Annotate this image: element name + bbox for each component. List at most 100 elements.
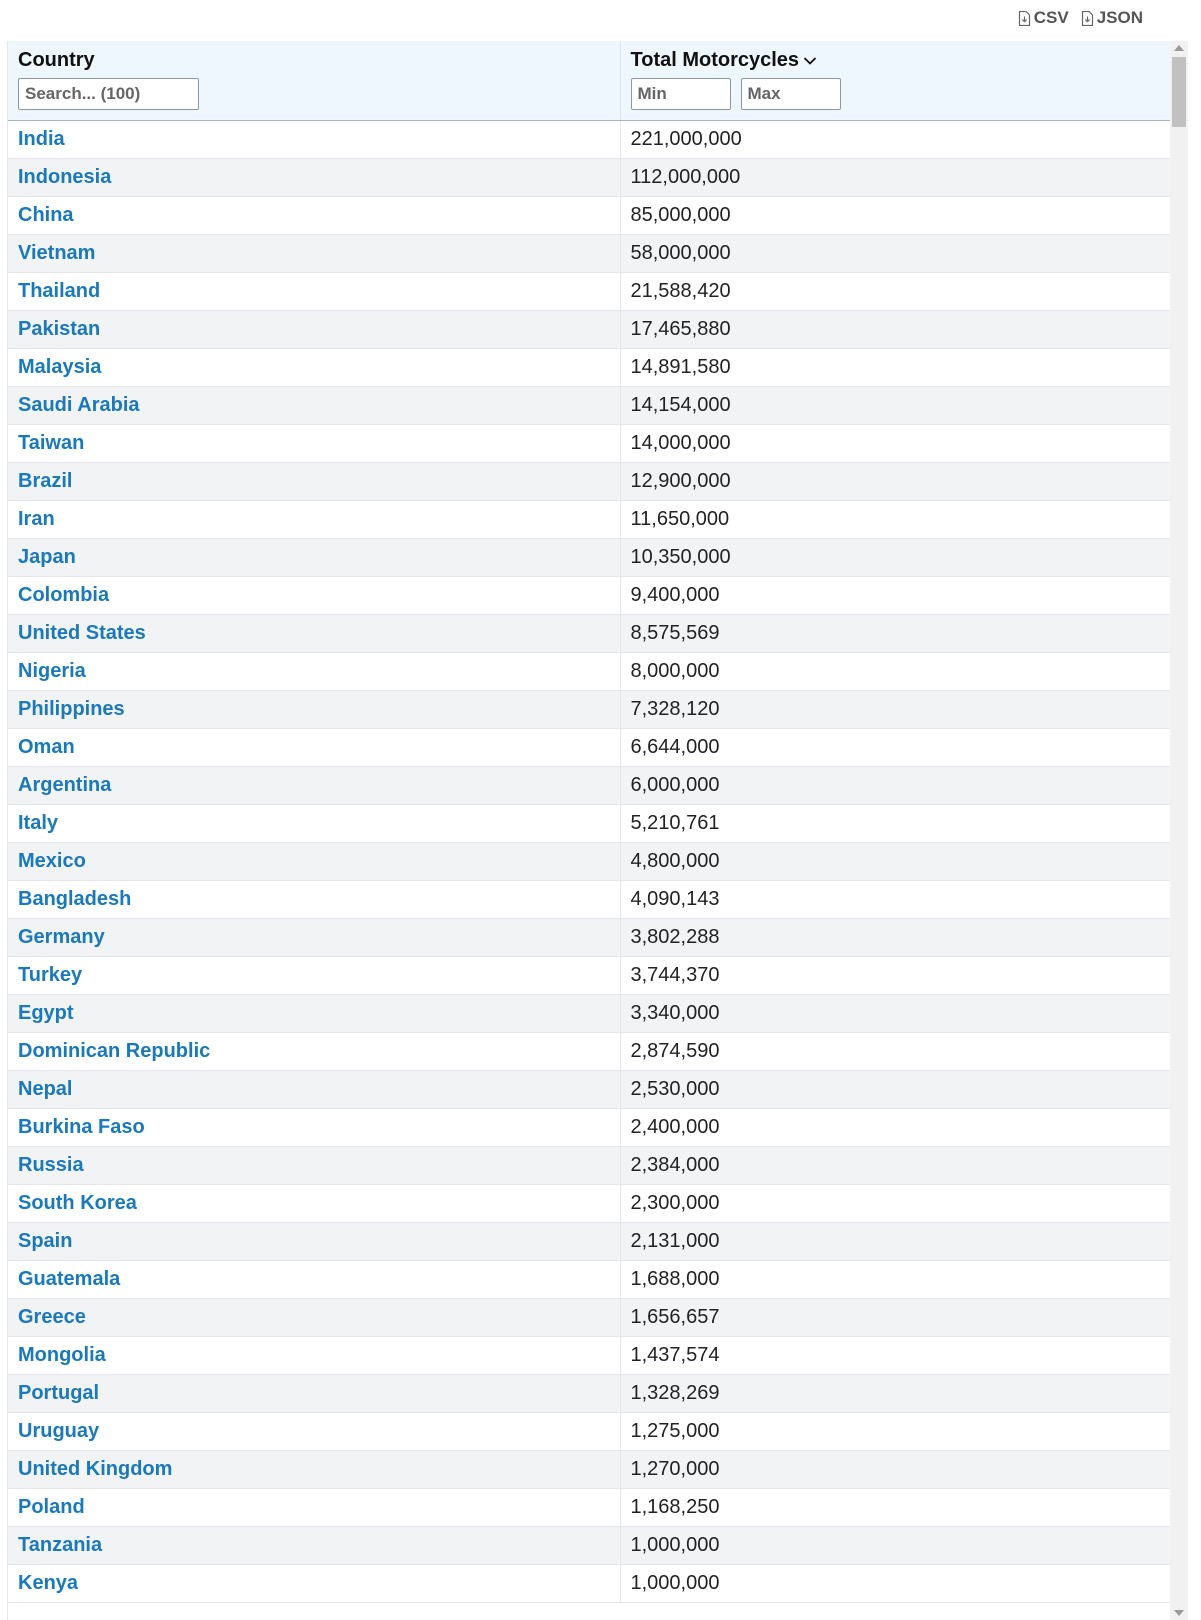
total-motorcycles-cell: 4,090,143	[620, 880, 1176, 919]
table-row: Brazil 12,900,000	[8, 462, 1176, 501]
country-link[interactable]: United States	[8, 614, 621, 653]
total-motorcycles-cell: 14,000,000	[620, 424, 1176, 463]
table-row: Germany 3,802,288	[8, 918, 1176, 957]
country-header-label[interactable]: Country	[18, 49, 610, 72]
table-row: Poland 1,168,250	[8, 1488, 1176, 1527]
table-row: Guatemala 1,688,000	[8, 1260, 1176, 1299]
total-motorcycles-cell: 4,800,000	[620, 842, 1176, 881]
min-input[interactable]	[630, 78, 731, 110]
country-link[interactable]: Saudi Arabia	[8, 386, 621, 425]
total-header-label[interactable]: Total Motorcycles	[631, 49, 1166, 72]
table-header-row: Country Total Motorcycles	[8, 41, 1175, 121]
country-link[interactable]: South Korea	[8, 1184, 621, 1223]
total-motorcycles-cell: 1,656,657	[620, 1298, 1176, 1337]
country-link[interactable]: Vietnam	[8, 234, 621, 273]
total-motorcycles-cell: 2,300,000	[620, 1184, 1176, 1223]
table-row: United States 8,575,569	[8, 614, 1176, 653]
country-link[interactable]: China	[8, 196, 621, 235]
export-json-link[interactable]: JSON	[1081, 8, 1143, 28]
vertical-scrollbar[interactable]	[1170, 41, 1188, 1620]
total-motorcycles-cell: 1,437,574	[620, 1336, 1176, 1375]
country-link[interactable]: Nigeria	[8, 652, 621, 691]
total-motorcycles-cell: 1,000,000	[620, 1564, 1176, 1603]
table-row: Philippines 7,328,120	[8, 690, 1176, 729]
total-motorcycles-cell: 6,000,000	[620, 766, 1176, 805]
total-motorcycles-cell: 1,328,269	[620, 1374, 1176, 1413]
country-link[interactable]: Portugal	[8, 1374, 621, 1413]
country-link[interactable]: Bangladesh	[8, 880, 621, 919]
table-row: Portugal 1,328,269	[8, 1374, 1176, 1413]
table-row: Thailand 21,588,420	[8, 272, 1176, 311]
table-row: South Korea 2,300,000	[8, 1184, 1176, 1223]
table-body: India 221,000,000 Indonesia 112,000,000 Chin…	[8, 120, 1176, 1603]
total-motorcycles-cell: 2,874,590	[620, 1032, 1176, 1071]
total-motorcycles-cell: 5,210,761	[620, 804, 1176, 843]
motorcycles-table: Country Total Motorcycles India221,000,0	[8, 41, 1176, 1603]
scrollbar-thumb[interactable]	[1172, 57, 1186, 127]
table-row: Egypt 3,340,000	[8, 994, 1176, 1033]
country-link[interactable]: Thailand	[8, 272, 621, 311]
country-link[interactable]: Poland	[8, 1488, 621, 1527]
country-link[interactable]: Colombia	[8, 576, 621, 615]
total-motorcycles-cell: 11,650,000	[620, 500, 1176, 539]
table-row: Nepal 2,530,000	[8, 1070, 1176, 1109]
country-link[interactable]: India	[8, 120, 621, 159]
data-table-container: Country Total Motorcycles India221,000,0	[7, 41, 1194, 1620]
max-input[interactable]	[740, 78, 841, 110]
country-link[interactable]: Malaysia	[8, 348, 621, 387]
export-csv-link[interactable]: CSV	[1018, 8, 1069, 28]
country-link[interactable]: Germany	[8, 918, 621, 957]
country-link[interactable]: Italy	[8, 804, 621, 843]
total-motorcycles-cell: 21,588,420	[620, 272, 1176, 311]
country-link[interactable]: Burkina Faso	[8, 1108, 621, 1147]
country-link[interactable]: Argentina	[8, 766, 621, 805]
scroll-up-arrow-icon[interactable]	[1174, 45, 1184, 51]
table-row: Kenya 1,000,000	[8, 1564, 1176, 1603]
total-motorcycles-cell: 3,802,288	[620, 918, 1176, 957]
country-link[interactable]: Turkey	[8, 956, 621, 995]
country-link[interactable]: Spain	[8, 1222, 621, 1261]
country-link[interactable]: Pakistan	[8, 310, 621, 349]
total-motorcycles-cell: 112,000,000	[620, 158, 1176, 197]
table-row: Bangladesh 4,090,143	[8, 880, 1176, 919]
country-link[interactable]: Taiwan	[8, 424, 621, 463]
total-motorcycles-cell: 9,400,000	[620, 576, 1176, 615]
country-link[interactable]: Mexico	[8, 842, 621, 881]
country-link[interactable]: Japan	[8, 538, 621, 577]
total-motorcycles-cell: 14,154,000	[620, 386, 1176, 425]
country-link[interactable]: Tanzania	[8, 1526, 621, 1565]
total-motorcycles-cell: 17,465,880	[620, 310, 1176, 349]
total-motorcycles-cell: 1,275,000	[620, 1412, 1176, 1451]
country-link[interactable]: Greece	[8, 1298, 621, 1337]
table-row: Turkey 3,744,370	[8, 956, 1176, 995]
country-link[interactable]: Iran	[8, 500, 621, 539]
country-link[interactable]: Dominican Republic	[8, 1032, 621, 1071]
country-link[interactable]: Uruguay	[8, 1412, 621, 1451]
country-search-input[interactable]	[18, 78, 199, 110]
total-motorcycles-cell: 1,688,000	[620, 1260, 1176, 1299]
table-row: Tanzania 1,000,000	[8, 1526, 1176, 1565]
country-link[interactable]: Brazil	[8, 462, 621, 501]
country-link[interactable]: Oman	[8, 728, 621, 767]
country-link[interactable]: Nepal	[8, 1070, 621, 1109]
table-row: Indonesia 112,000,000	[8, 158, 1176, 197]
total-motorcycles-cell: 221,000,000	[620, 120, 1176, 159]
country-column-header: Country	[8, 41, 621, 121]
country-link[interactable]: Guatemala	[8, 1260, 621, 1299]
scroll-down-arrow-icon[interactable]	[1174, 1610, 1184, 1616]
country-link[interactable]: United Kingdom	[8, 1450, 621, 1489]
country-link[interactable]: Kenya	[8, 1564, 621, 1603]
table-row: Malaysia 14,891,580	[8, 348, 1176, 387]
table-row: Pakistan 17,465,880	[8, 310, 1176, 349]
table-row: Colombia 9,400,000	[8, 576, 1176, 615]
total-motorcycles-cell: 3,340,000	[620, 994, 1176, 1033]
country-link[interactable]: Russia	[8, 1146, 621, 1185]
table-row: Dominican Republic 2,874,590	[8, 1032, 1176, 1071]
country-link[interactable]: Indonesia	[8, 158, 621, 197]
country-link[interactable]: Egypt	[8, 994, 621, 1033]
table-row: China 85,000,000	[8, 196, 1176, 235]
table-row: Nigeria 8,000,000	[8, 652, 1176, 691]
country-link[interactable]: Philippines	[8, 690, 621, 729]
country-link[interactable]: Mongolia	[8, 1336, 621, 1375]
table-row: Iran 11,650,000	[8, 500, 1176, 539]
